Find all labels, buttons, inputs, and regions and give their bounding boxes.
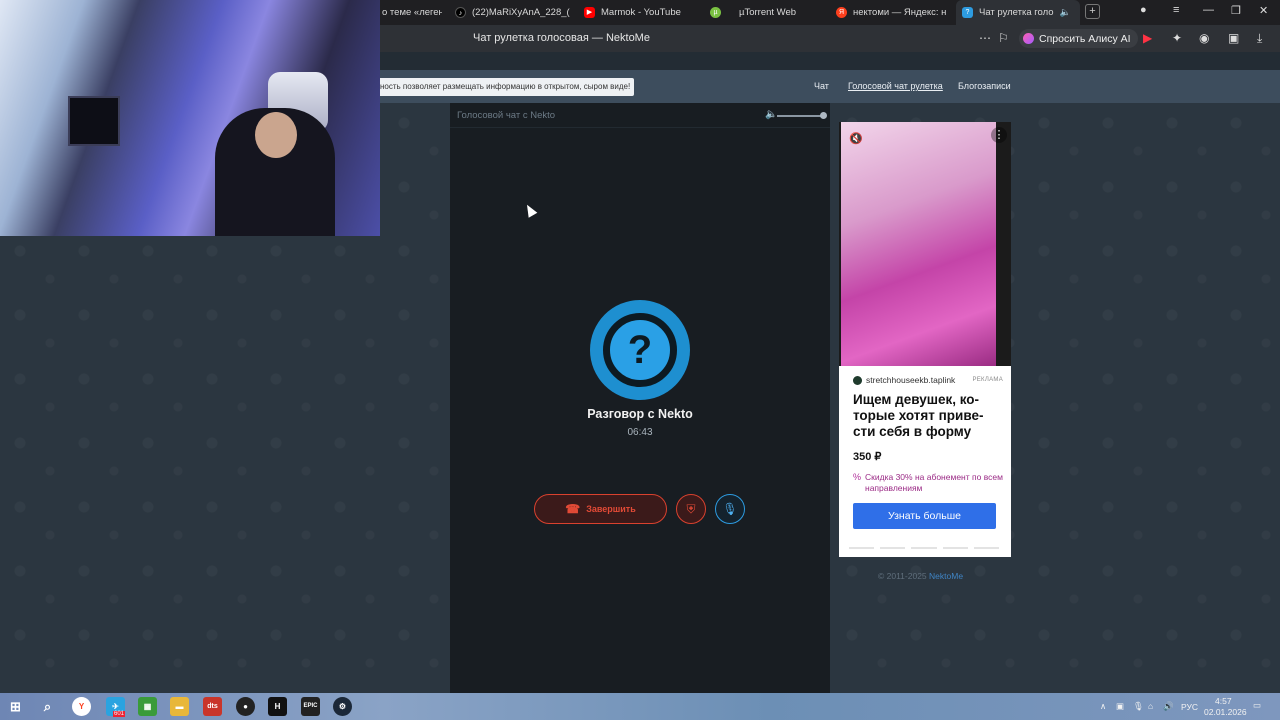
tray-volume-icon[interactable]: 🔊 [1163,701,1174,712]
call-title: Разговор с Nekto [587,407,693,421]
hang-up-icon: ☎ [565,502,581,516]
ad-video[interactable]: 🔇 ⋮ [839,122,1011,366]
new-tab-button[interactable]: + [1085,4,1100,19]
webcam-overlay [0,0,380,236]
volume-slider[interactable] [777,115,823,117]
shield-icon: ⛨ [686,502,696,516]
dts-icon[interactable]: dts [203,697,222,716]
partner-avatar: ? [590,300,690,400]
microphone-button[interactable]: 🎙 [715,494,745,524]
question-icon: ? [603,313,677,387]
report-button[interactable]: ⛨ [676,494,706,524]
tray-wifi-icon[interactable]: ⌂ [1148,701,1153,711]
extensions-icon[interactable]: ✦ [1172,31,1182,45]
page-title: Чат рулетка голосовая — NektoMe [473,32,650,44]
tab-label: (22)MaRiXyAnA_228_(@ [472,7,570,18]
collections-icon[interactable]: ▣ [1228,31,1239,45]
webcam-person-head [255,112,297,158]
ad-learn-more-button[interactable]: Узнать больше [853,503,996,529]
ad-domain: stretchhouseekb.taplink [866,375,956,385]
yandex-icon: Я [836,7,847,18]
nekto-icon: ? [962,7,973,18]
downloads-icon[interactable]: ⤓ [1257,31,1262,46]
ask-alice-button[interactable]: Спросить Алису AI [1019,29,1138,48]
tab-tiktok[interactable]: ♪ (22)MaRiXyAnA_228_(@ [455,0,570,25]
advertiser-logo [853,375,862,385]
advertisement[interactable]: 🔇 ⋮ stretchhouseekb.taplink РЕКЛАМА Ищем… [839,122,1011,557]
play-icon[interactable]: ▶ [1143,31,1152,45]
taskbar [0,693,1280,720]
end-call-button[interactable]: ☎ Завершить [534,494,667,524]
microphone-icon: 🎙 [722,502,738,516]
store-icon[interactable]: ▦ [138,697,157,716]
tab-label: µTorrent Web [739,7,797,18]
app-icon[interactable]: ● [236,697,255,716]
tab-youtube[interactable]: ▶ Marmok - YouTube [584,0,694,25]
nav-voice-chat[interactable]: Голосовой чат рулетка [848,81,943,91]
ad-discount-text: Скидка 30% на абонемент по всем направле… [865,472,1003,493]
bookmark-icon[interactable]: ⚐ [998,31,1009,45]
tab-0[interactable]: о теме «легенд [382,0,442,25]
ad-label: РЕКЛАМА [972,377,1003,383]
site-notice: ность позволяет размещать информацию в о… [376,78,635,96]
webcam-monitor [68,96,120,146]
tray-network-icon[interactable]: ▣ [1116,701,1124,712]
menu-icon[interactable]: ≡ [1173,4,1179,16]
tab-label: Marmok - YouTube [601,7,681,18]
panel-header: Голосовой чат с Nekto 🔈 [450,103,830,128]
tab-yandex[interactable]: Я нектоми — Яндекс: нашлось [836,0,946,25]
tab-label: о теме «легенд [382,7,442,18]
ask-alice-label: Спросить Алису AI [1039,32,1131,45]
telegram-badge: 601 [113,711,126,717]
footer-brand-link[interactable]: NektoMe [929,571,963,581]
search-icon[interactable]: ⌕ [38,697,57,716]
voice-chat-panel: Голосовой чат с Nekto 🔈 ? Разговор с Nek… [450,103,830,693]
window-close-icon[interactable]: ✕ [1259,4,1268,17]
clock-time[interactable]: 4:57 [1215,696,1232,706]
volume-icon[interactable]: 🔈 [765,109,777,120]
maximize-icon[interactable]: ❐ [1231,4,1241,17]
folder-icon[interactable]: ▬ [170,697,189,716]
clock-date[interactable]: 02.01.2026 [1204,707,1247,717]
nav-blog[interactable]: Блогозаписи [958,81,1011,91]
epic-games-icon[interactable]: EPIC [301,697,320,716]
percent-icon: % [853,472,862,482]
language-indicator[interactable]: РУС [1181,702,1198,712]
tray-chevron-icon[interactable]: ∧ [1100,701,1106,712]
alice-icon [1023,33,1034,44]
tray-mic-icon[interactable]: 🎙 [1133,701,1144,712]
profile-icon[interactable]: ● [1140,4,1147,16]
end-call-label: Завершить [586,504,636,514]
utorrent-icon: µ [710,7,721,18]
copyright: © 2011-2025 [878,571,927,581]
ad-price: 350 ₽ [853,451,882,463]
footer: © 2011-2025 NektoMe [878,571,963,581]
muted-icon[interactable]: 🔇 [849,132,863,145]
minimize-icon[interactable]: — [1203,4,1214,16]
panel-title: Голосовой чат с Nekto [457,110,556,121]
ad-source: stretchhouseekb.taplink РЕКЛАМА [853,375,1003,385]
tab-utorrent[interactable]: µ µTorrent Web [710,0,820,25]
ad-discount: % Скидка 30% на абонемент по всем направ… [853,472,1003,494]
media-icon[interactable]: ◉ [1199,31,1209,45]
tab-label: Чат рулетка голо [979,7,1054,18]
nav-chat[interactable]: Чат [814,81,829,91]
tiktok-icon: ♪ [455,7,466,18]
volume-slider-handle[interactable] [820,112,827,119]
windows-start-icon[interactable]: ⊞ [6,697,25,716]
call-timer: 06:43 [627,427,653,438]
tab-nekto[interactable]: ? Чат рулетка голо 🔈 ✕ [956,0,1080,25]
ad-progress [849,547,1000,549]
ad-menu-icon[interactable]: ⋮ [991,127,1007,143]
h-app-icon[interactable]: H [268,697,287,716]
tab-audio-icon: 🔈 [1059,7,1071,17]
tab-label: нектоми — Яндекс: нашлось [853,7,946,18]
steam-icon[interactable]: ⚙ [333,697,352,716]
ad-photo [841,122,996,366]
youtube-icon: ▶ [584,7,595,18]
ad-headline[interactable]: Ищем девушек, ко-торые хотят приве-сти с… [853,392,1003,440]
notifications-icon[interactable]: ▭ [1253,700,1261,711]
more-icon[interactable]: ⋯ [979,31,991,45]
yandex-browser-icon[interactable]: Y [72,697,91,716]
